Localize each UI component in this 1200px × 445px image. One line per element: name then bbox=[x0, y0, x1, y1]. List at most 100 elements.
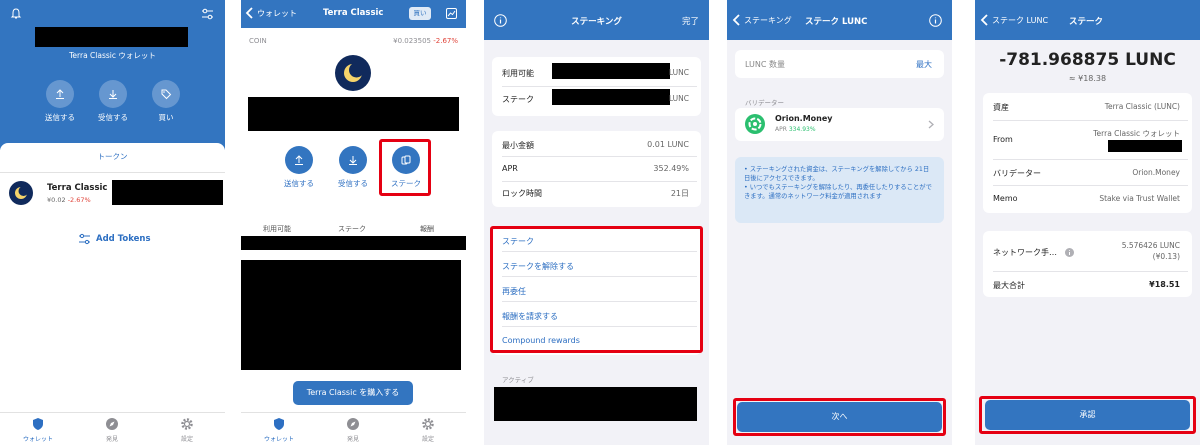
info-icon[interactable] bbox=[929, 14, 942, 27]
back-label: ステーク LUNC bbox=[992, 15, 1049, 25]
divider bbox=[993, 159, 1188, 160]
tab-discover[interactable]: 発見 bbox=[333, 417, 373, 443]
apr-label: APR bbox=[502, 164, 518, 173]
balances-card: 利用可能 LUNC ステーク LUNC bbox=[492, 57, 701, 116]
tab-wallet[interactable]: ウォレット bbox=[18, 417, 58, 443]
compass-icon bbox=[105, 417, 119, 431]
amount-input[interactable]: LUNC 数量 最大 bbox=[735, 50, 944, 78]
active-section-label: アクティブ bbox=[502, 376, 534, 384]
highlight-stake bbox=[379, 139, 431, 196]
highlight-next bbox=[733, 398, 946, 436]
gear-icon bbox=[421, 417, 435, 431]
terra-classic-logo-icon bbox=[9, 181, 33, 205]
buy-badge[interactable]: 買い bbox=[409, 7, 431, 20]
note-redelegate: • いつでもステーキングを解除したり、再委任したりすることができます。通常のネッ… bbox=[744, 184, 932, 201]
max-total-value: ¥18.51 bbox=[1149, 280, 1180, 289]
max-total-label: 最大合計 bbox=[993, 281, 1025, 290]
bell-icon[interactable] bbox=[10, 8, 22, 20]
redacted-balance-values bbox=[241, 236, 466, 250]
info-circle-icon[interactable] bbox=[1065, 248, 1074, 257]
stake-fiat: ≈ ¥18.38 bbox=[1068, 74, 1107, 83]
tab-discover-label: 発見 bbox=[346, 436, 359, 443]
bottom-tab-bar: ウォレット 発見 設定 bbox=[0, 412, 225, 445]
done-button[interactable]: 完了 bbox=[682, 15, 699, 27]
tag-icon bbox=[160, 88, 172, 100]
bottom-tab-bar: ウォレット 発見 設定 bbox=[241, 412, 466, 445]
arrow-up-icon bbox=[293, 154, 305, 166]
from-label: From bbox=[993, 135, 1013, 144]
compass-icon bbox=[346, 417, 360, 431]
chart-icon[interactable] bbox=[446, 8, 457, 19]
validator-apr: 334.93% bbox=[788, 126, 816, 133]
terra-classic-logo-icon bbox=[335, 55, 371, 91]
staking-notes: • ステーキングされた資金は、ステーキングを解除してから 21日 日後にアクセス… bbox=[735, 157, 944, 223]
divider bbox=[993, 271, 1188, 272]
redacted-active-stakes bbox=[494, 387, 697, 421]
confirm-title: ステーク bbox=[1069, 17, 1104, 27]
column-available: 利用可能 bbox=[263, 225, 291, 233]
tab-discover[interactable]: 発見 bbox=[92, 417, 132, 443]
back-button[interactable]: ウォレット bbox=[245, 7, 297, 19]
add-tokens-button[interactable]: Add Tokens bbox=[78, 233, 151, 245]
buy-button[interactable]: 買い bbox=[146, 80, 186, 123]
receive-button[interactable]: 受信する bbox=[335, 146, 371, 189]
send-label: 送信する bbox=[284, 179, 314, 188]
redacted-staked bbox=[552, 89, 670, 105]
asset-label: 資産 bbox=[993, 103, 1009, 112]
tab-settings[interactable]: 設定 bbox=[167, 417, 207, 443]
token-row[interactable]: Terra Classic ¥0.02 -2.67% bbox=[0, 175, 225, 211]
buy-terra-classic-button[interactable]: Terra Classic を購入する bbox=[293, 381, 413, 405]
chevron-left-icon bbox=[245, 7, 254, 19]
divider bbox=[993, 185, 1188, 186]
stake-title: ステーク LUNC bbox=[805, 17, 868, 27]
wallet-screen: Terra Classic ウォレット 送信する 受信する 買い トークン Te… bbox=[0, 0, 225, 445]
arrow-down-icon bbox=[107, 88, 119, 100]
coin-label: COIN bbox=[249, 37, 267, 45]
tab-settings[interactable]: 設定 bbox=[408, 417, 448, 443]
send-button[interactable]: 送信する bbox=[40, 80, 80, 123]
redacted-token-balance bbox=[112, 180, 223, 205]
stake-amount: -781.968875 LUNC bbox=[999, 50, 1176, 70]
confirm-navbar: ステーク LUNC ステーク bbox=[975, 0, 1200, 40]
confirm-screen: ステーク LUNC ステーク -781.968875 LUNC ≈ ¥18.38… bbox=[975, 0, 1200, 445]
apr-value: 352.49% bbox=[653, 164, 689, 173]
column-rewards: 報酬 bbox=[420, 225, 434, 233]
shield-icon bbox=[31, 417, 45, 431]
tab-settings-label: 設定 bbox=[421, 436, 434, 443]
arrow-up-icon bbox=[54, 88, 66, 100]
validator-name: Orion.Money bbox=[775, 114, 833, 123]
divider bbox=[502, 86, 697, 87]
tab-settings-label: 設定 bbox=[180, 436, 193, 443]
validator-value: Orion.Money bbox=[1132, 168, 1180, 177]
chevron-right-icon bbox=[928, 120, 934, 129]
staking-title: ステーキング bbox=[571, 17, 622, 27]
memo-label: Memo bbox=[993, 194, 1018, 203]
available-label: 利用可能 bbox=[502, 69, 534, 78]
min-amount-value: 0.01 LUNC bbox=[647, 140, 689, 149]
coin-price: ¥0.023505 bbox=[393, 37, 431, 45]
network-fee-fiat: (¥0.13) bbox=[1152, 252, 1180, 262]
max-button[interactable]: 最大 bbox=[916, 59, 932, 70]
staking-screen: ステーキング 完了 利用可能 LUNC ステーク LUNC 最小金額 0.01 … bbox=[484, 0, 709, 445]
divider bbox=[993, 120, 1188, 121]
receive-button[interactable]: 受信する bbox=[93, 80, 133, 123]
send-button[interactable]: 送信する bbox=[281, 146, 317, 189]
receive-label: 受信する bbox=[98, 113, 128, 122]
back-button[interactable]: ステーキング bbox=[732, 14, 792, 26]
highlight-confirm bbox=[979, 396, 1196, 434]
back-button[interactable]: ステーク LUNC bbox=[980, 14, 1048, 26]
tab-wallet-label: ウォレット bbox=[263, 436, 294, 443]
back-label: ウォレット bbox=[257, 8, 297, 18]
tab-wallet-label: ウォレット bbox=[22, 436, 53, 443]
settings-sliders-icon[interactable] bbox=[201, 8, 214, 21]
validator-row[interactable]: Orion.Money APR 334.93% bbox=[735, 108, 944, 141]
coin-screen: ウォレット Terra Classic 買い COIN ¥0.023505 -2… bbox=[241, 0, 466, 445]
validator-label: バリデーター bbox=[993, 169, 1041, 178]
tab-wallet[interactable]: ウォレット bbox=[259, 417, 299, 443]
validator-apr-label: APR bbox=[775, 126, 787, 133]
network-fee-label: ネットワーク手… bbox=[993, 248, 1057, 257]
tab-tokens[interactable]: トークン bbox=[0, 143, 225, 173]
coin-title: Terra Classic bbox=[323, 8, 384, 18]
wallet-name: Terra Classic ウォレット bbox=[69, 51, 156, 60]
stake-navbar: ステーキング ステーク LUNC bbox=[727, 0, 952, 40]
